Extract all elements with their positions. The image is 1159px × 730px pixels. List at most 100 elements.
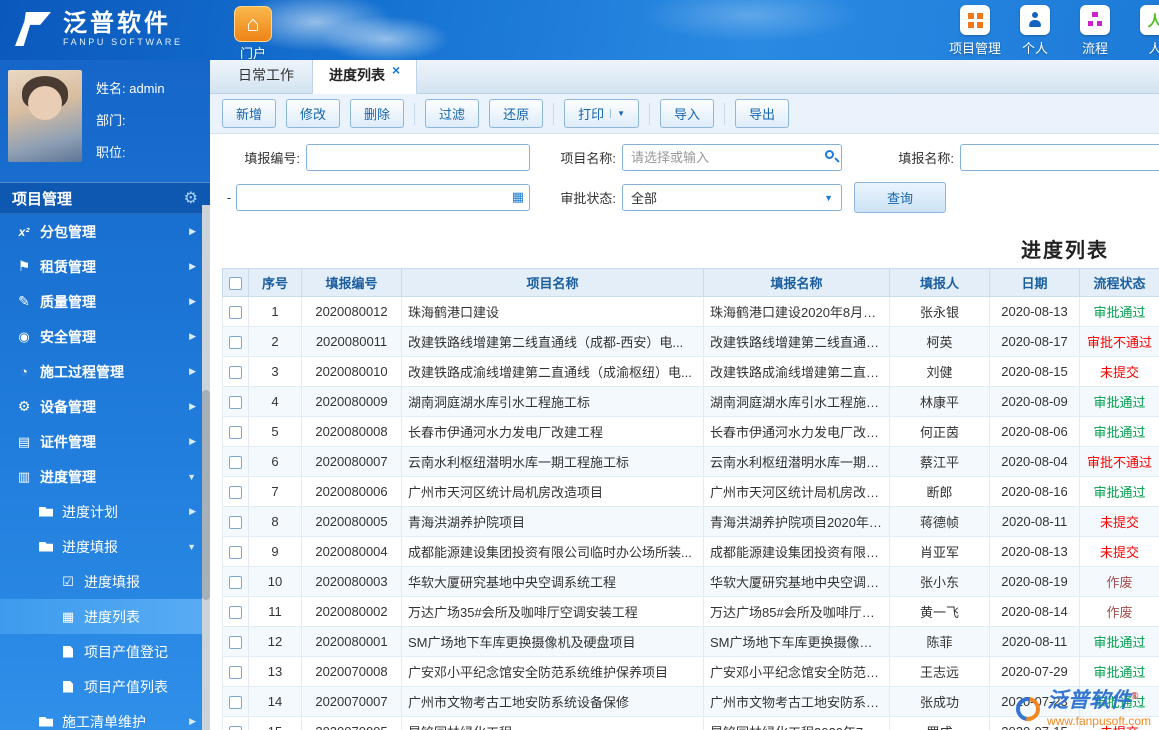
sidebar-item-quality-management[interactable]: 质量管理 ▶ [0, 284, 210, 319]
print-button[interactable]: 打印 ▼ [564, 99, 640, 128]
row-checkbox[interactable] [229, 726, 242, 730]
nav-project-management[interactable]: 项目管理 [945, 5, 1005, 57]
cell-project-name[interactable]: 改建铁路线增建第二线直通线（成都-西安）电... [401, 326, 704, 357]
table-row[interactable]: 8 2020080005 青海洪湖养护院项目 青海洪湖养护院项目2020年8... 蒋德… [222, 506, 1159, 537]
filter-button[interactable]: 过滤 [425, 99, 480, 128]
sidebar-item-subcontract-management[interactable]: 分包管理 ▶ [0, 214, 210, 249]
date-input[interactable] [236, 184, 530, 211]
column-header[interactable]: 序号 [248, 268, 302, 297]
cell-report-name[interactable]: 广安邓小平纪念馆安全防范系... [703, 656, 890, 687]
row-checkbox[interactable] [229, 486, 242, 500]
row-checkbox[interactable] [229, 576, 242, 590]
cell-project-name[interactable]: 广州市天河区统计局机房改造项目 [401, 476, 704, 507]
app-logo[interactable]: 泛普软件 FANPU SOFTWARE [12, 9, 183, 49]
query-button[interactable]: 查询 [854, 182, 947, 213]
delete-button[interactable]: 删除 [350, 99, 405, 128]
row-checkbox[interactable] [229, 636, 242, 650]
cell-project-name[interactable]: 青海洪湖养护院项目 [401, 506, 704, 537]
cell-report-no[interactable]: 2020080008 [301, 416, 402, 447]
sidebar-item-equipment-management[interactable]: 设备管理 ▶ [0, 389, 210, 424]
close-icon[interactable]: × [392, 63, 400, 77]
cell-report-no[interactable]: 2020080005 [301, 506, 402, 537]
table-row[interactable]: 11 2020080002 万达广场35#会所及咖啡厅空调安装工程 万达广场85#会所… [222, 596, 1159, 627]
cell-report-no[interactable]: 2020080007 [301, 446, 402, 477]
column-header[interactable]: 填报编号 [301, 268, 402, 297]
sidebar-item-progress-list[interactable]: 进度列表 [0, 599, 210, 634]
cell-report-no[interactable]: 2020080010 [301, 356, 402, 387]
cell-report-no[interactable]: 2020080006 [301, 476, 402, 507]
cell-report-no[interactable]: 2020080002 [301, 596, 402, 627]
restore-button[interactable]: 还原 [489, 99, 544, 128]
sidebar-item-project-output-list[interactable]: 项目产值列表 [0, 669, 210, 704]
cell-report-no[interactable]: 2020070005 [301, 716, 402, 730]
cell-report-name[interactable]: 万达广场85#会所及咖啡厅空... [703, 596, 890, 627]
cell-report-no[interactable]: 2020080009 [301, 386, 402, 417]
row-checkbox[interactable] [229, 516, 242, 530]
column-header[interactable]: 日期 [989, 268, 1080, 297]
cell-project-name[interactable]: 云南水利枢纽潜明水库一期工程施工标 [401, 446, 704, 477]
cell-report-name[interactable]: 云南水利枢纽潜明水库一期工... [703, 446, 890, 477]
cell-report-no[interactable]: 2020070007 [301, 686, 402, 717]
cell-report-name[interactable]: 广州市天河区统计局机房改造... [703, 476, 890, 507]
cell-report-no[interactable]: 2020080003 [301, 566, 402, 597]
row-checkbox[interactable] [229, 336, 242, 350]
table-row[interactable]: 12 2020080001 SM广场地下车库更换摄像机及硬盘项目 SM广场地下车库更换… [222, 626, 1159, 657]
row-checkbox[interactable] [229, 396, 242, 410]
sidebar-item-progress-fill-group[interactable]: 进度填报 ▼ [0, 529, 210, 564]
cell-report-name[interactable]: 华软大厦研究基地中央空调系... [703, 566, 890, 597]
cell-report-name[interactable]: 广州市文物考古工地安防系统... [703, 686, 890, 717]
row-checkbox[interactable] [229, 546, 242, 560]
cell-report-no[interactable]: 2020080011 [301, 326, 402, 357]
cell-project-name[interactable]: 珠海鹤港口建设 [401, 296, 704, 327]
table-row[interactable]: 10 2020080003 华软大厦研究基地中央空调系统工程 华软大厦研究基地中央空调… [222, 566, 1159, 597]
table-row[interactable]: 9 2020080004 成都能源建设集团投资有限公司临时办公场所装... 成都能源建… [222, 536, 1159, 567]
row-checkbox[interactable] [229, 426, 242, 440]
cell-project-name[interactable]: 长春市伊通河水力发电厂改建工程 [401, 416, 704, 447]
cell-report-name[interactable]: 湖南洞庭湖水库引水工程施工... [703, 386, 890, 417]
cell-project-name[interactable]: 成都能源建设集团投资有限公司临时办公场所装... [401, 536, 704, 567]
sidebar-item-progress-plan[interactable]: 进度计划 ▶ [0, 494, 210, 529]
cell-project-name[interactable]: 改建铁路成渝线增建第二直通线（成渝枢纽）电... [401, 356, 704, 387]
cell-report-name[interactable]: 改建铁路成渝线增建第二直通... [703, 356, 890, 387]
column-header[interactable]: 项目名称 [401, 268, 704, 297]
cell-report-no[interactable]: 2020070008 [301, 656, 402, 687]
cell-project-name[interactable]: 万达广场35#会所及咖啡厅空调安装工程 [401, 596, 704, 627]
chevron-down-icon[interactable]: ▼ [610, 109, 625, 118]
cell-report-no[interactable]: 2020080004 [301, 536, 402, 567]
table-row[interactable]: 1 2020080012 珠海鹤港口建设 珠海鹤港口建设2020年8月份... 张永银 2… [222, 296, 1159, 327]
export-button[interactable]: 导出 [735, 99, 790, 128]
column-header[interactable]: 填报人 [889, 268, 990, 297]
column-header[interactable]: 流程状态 [1079, 268, 1159, 297]
table-row[interactable]: 6 2020080007 云南水利枢纽潜明水库一期工程施工标 云南水利枢纽潜明水库一期… [222, 446, 1159, 477]
column-header[interactable]: 填报名称 [703, 268, 890, 297]
cell-report-name[interactable]: 长春市伊通河水力发电厂改建... [703, 416, 890, 447]
scrollbar-thumb[interactable] [202, 390, 210, 600]
row-checkbox[interactable] [229, 456, 242, 470]
cell-project-name[interactable]: 晟铭园林绿化工程 [401, 716, 704, 730]
row-checkbox[interactable] [229, 306, 242, 320]
cell-report-name[interactable]: SM广场地下车库更换摄像机... [703, 626, 890, 657]
cell-project-name[interactable]: SM广场地下车库更换摄像机及硬盘项目 [401, 626, 704, 657]
nav-portal[interactable]: ⌂ 门户 [228, 6, 278, 60]
report-no-input[interactable] [306, 144, 530, 171]
project-name-input[interactable] [622, 144, 842, 171]
cell-report-name[interactable]: 改建铁路线增建第二线直通线... [703, 326, 890, 357]
cell-project-name[interactable]: 湖南洞庭湖水库引水工程施工标 [401, 386, 704, 417]
calendar-icon[interactable]: ▦ [512, 189, 524, 205]
table-row[interactable]: 4 2020080009 湖南洞庭湖水库引水工程施工标 湖南洞庭湖水库引水工程施工..… [222, 386, 1159, 417]
row-checkbox[interactable] [229, 366, 242, 380]
sidebar-item-construction-list-maintenance[interactable]: 施工清单维护 ▶ [0, 704, 210, 730]
cell-report-no[interactable]: 2020080001 [301, 626, 402, 657]
cell-report-no[interactable]: 2020080012 [301, 296, 402, 327]
nav-personal[interactable]: 个人 [1005, 5, 1065, 57]
sidebar-item-safety-management[interactable]: 安全管理 ▶ [0, 319, 210, 354]
modify-button[interactable]: 修改 [286, 99, 341, 128]
row-checkbox[interactable] [229, 666, 242, 680]
cell-project-name[interactable]: 广州市文物考古工地安防系统设备保修 [401, 686, 704, 717]
table-row[interactable]: 5 2020080008 长春市伊通河水力发电厂改建工程 长春市伊通河水力发电厂改建.… [222, 416, 1159, 447]
sidebar-item-progress-management[interactable]: 进度管理 ▼ [0, 459, 210, 494]
tab-daily-work[interactable]: 日常工作 [222, 60, 310, 93]
approval-status-select[interactable]: 全部 ▼ [622, 184, 842, 211]
cell-project-name[interactable]: 华软大厦研究基地中央空调系统工程 [401, 566, 704, 597]
nav-hr[interactable]: 人 [1125, 5, 1159, 57]
